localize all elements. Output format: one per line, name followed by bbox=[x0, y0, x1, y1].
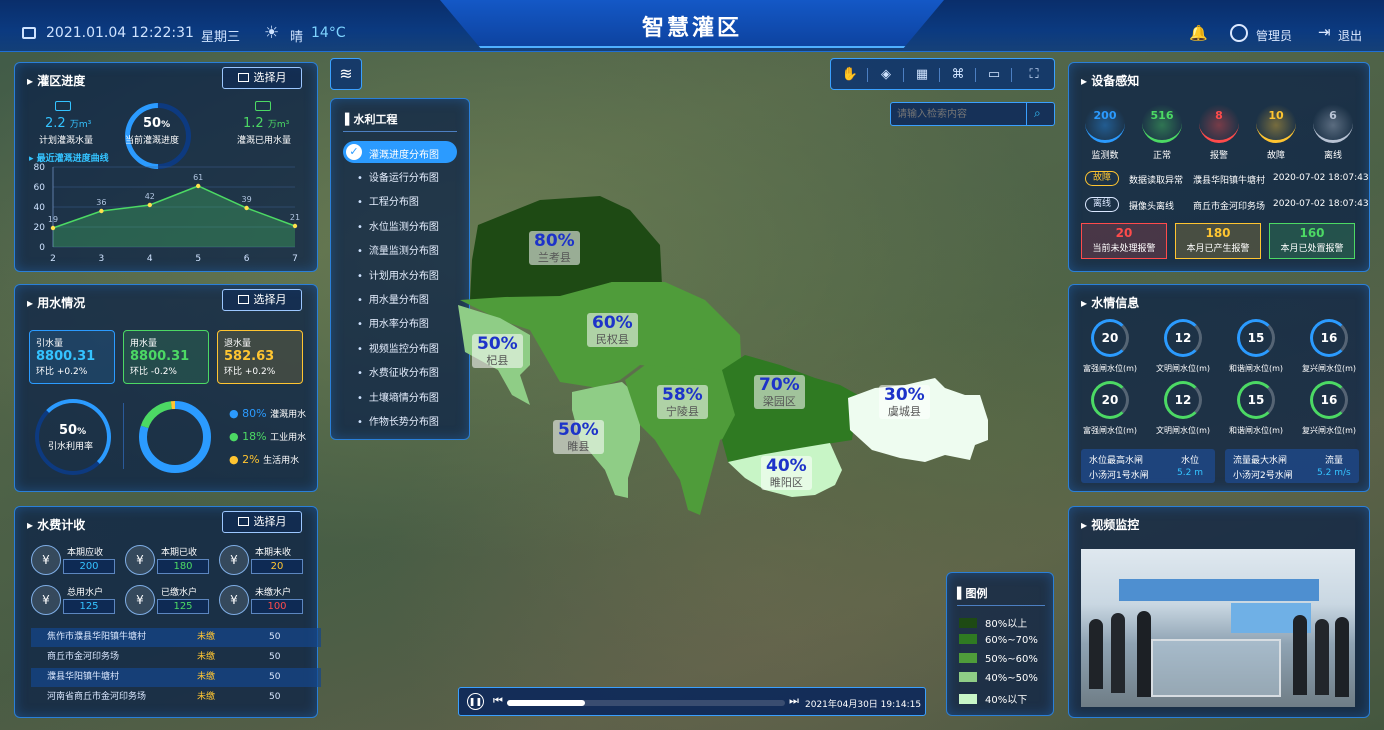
pause-button[interactable]: ❚❚ bbox=[467, 693, 484, 710]
event-desc: 数据读取异常 bbox=[1129, 176, 1184, 186]
gate-level-label: 和谐闸水位(m) bbox=[1228, 426, 1284, 435]
panel-title: 设备感知 bbox=[1081, 72, 1139, 89]
event-place: 濮县华阳镇牛塘村 bbox=[1193, 176, 1266, 186]
legend-swatch bbox=[959, 618, 977, 628]
gate-level-label: 富强闸水位(m) bbox=[1082, 426, 1138, 435]
alert-card[interactable]: 180 本月已产生报警 bbox=[1175, 223, 1261, 259]
region-label-lankao: 80% 兰考县 bbox=[529, 231, 580, 265]
network-icon[interactable]: ⌘ bbox=[945, 65, 971, 85]
region-label-ningling: 58% 宁陵县 bbox=[657, 385, 708, 419]
max-flow-card: 流量最大水闸 小汤河2号水闸 流量 5.2 m/s bbox=[1225, 449, 1359, 483]
gate-level-label: 文明闸水位(m) bbox=[1155, 426, 1211, 435]
legend-item: 40%以下 bbox=[959, 691, 1027, 706]
alert-label: 本月已处置报警 bbox=[1280, 244, 1344, 254]
playback-bar: ❚❚ ⏮ ⏭ 2021年04月30日 19:14:15 bbox=[458, 687, 926, 716]
device-stat-badge[interactable]: 8 bbox=[1199, 103, 1239, 143]
search-input[interactable] bbox=[897, 106, 1025, 122]
legend-item: 60%~70% bbox=[959, 634, 1038, 646]
video-feed[interactable] bbox=[1081, 549, 1355, 707]
legend-swatch bbox=[959, 672, 977, 682]
legend-label: 50%~60% bbox=[985, 654, 1038, 665]
water-info-panel: 水情信息 20 富强闸水位(m) 12 文明闸水位(m) 15 和谐闸水位(m) 16 复兴闸… bbox=[1068, 284, 1370, 492]
legend-swatch bbox=[959, 634, 977, 644]
event-tag: 离线 bbox=[1085, 197, 1119, 212]
device-stat-label: 监测数 bbox=[1091, 151, 1119, 161]
search-box: ⌕ bbox=[890, 102, 1055, 126]
device-stat-label: 正常 bbox=[1152, 151, 1171, 161]
alert-card[interactable]: 20 当前未处理报警 bbox=[1081, 223, 1167, 259]
gate-level-ring[interactable]: 15 bbox=[1237, 381, 1275, 419]
region-label-liangyuan: 70% 梁园区 bbox=[754, 375, 805, 409]
card-icon[interactable]: ▭ bbox=[981, 65, 1007, 85]
gate-level-ring[interactable]: 20 bbox=[1091, 319, 1129, 357]
device-stat-label: 离线 bbox=[1323, 151, 1342, 161]
device-stat-badge[interactable]: 6 bbox=[1313, 103, 1353, 143]
region-label-minquan: 60% 民权县 bbox=[587, 313, 638, 347]
video-panel: 视频监控 bbox=[1068, 506, 1370, 718]
panel-title: 视频监控 bbox=[1081, 516, 1139, 533]
gate-level-label: 复兴闸水位(m) bbox=[1301, 364, 1357, 373]
prev-button[interactable]: ⏮ bbox=[493, 694, 503, 708]
panel-title: 水情信息 bbox=[1081, 294, 1139, 311]
legend-title: ▌图例 bbox=[957, 587, 988, 600]
gate-level-ring[interactable]: 20 bbox=[1091, 381, 1129, 419]
legend-swatch bbox=[959, 694, 977, 704]
next-button[interactable]: ⏭ bbox=[789, 694, 799, 708]
alert-label: 本月已产生报警 bbox=[1186, 244, 1250, 254]
device-stat-label: 故障 bbox=[1266, 151, 1285, 161]
event-time: 2020-07-02 18:07:43 bbox=[1273, 199, 1369, 209]
gate-level-ring[interactable]: 16 bbox=[1310, 319, 1348, 357]
legend-label: 60%~70% bbox=[985, 635, 1038, 646]
event-place: 商丘市金河印务场 bbox=[1193, 202, 1266, 212]
playback-track[interactable] bbox=[507, 700, 785, 706]
region-label-yucheng: 30% 虞城县 bbox=[879, 385, 930, 419]
search-icon[interactable]: ⌕ bbox=[1034, 106, 1041, 121]
layers-icon[interactable]: ◈ bbox=[873, 65, 899, 85]
pan-icon[interactable]: ✋ bbox=[837, 65, 863, 85]
alert-card[interactable]: 160 本月已处置报警 bbox=[1269, 223, 1355, 259]
max-level-card: 水位最高水闸 小汤河1号水闸 水位 5.2 m bbox=[1081, 449, 1215, 483]
gate-level-ring[interactable]: 12 bbox=[1164, 381, 1202, 419]
legend-item: 50%~60% bbox=[959, 653, 1038, 665]
map-legend: ▌图例 80%以上 60%~70% 50%~60% 40%~50% 40%以下 bbox=[946, 572, 1054, 716]
alert-value: 20 bbox=[1115, 226, 1133, 240]
region-label-suixian: 50% 睢县 bbox=[553, 420, 604, 454]
device-stat-badge[interactable]: 200 bbox=[1085, 103, 1125, 143]
device-stat-badge[interactable]: 10 bbox=[1256, 103, 1296, 143]
alert-label: 当前未处理报警 bbox=[1092, 244, 1156, 254]
legend-swatch bbox=[959, 653, 977, 663]
playback-datetime: 2021年04月30日 19:14:15 bbox=[805, 700, 922, 710]
map-toolbar: ✋ ◈ ▦ ⌘ ▭ ⛶ bbox=[830, 58, 1055, 90]
legend-label: 80%以上 bbox=[985, 619, 1028, 630]
device-stat-badge[interactable]: 516 bbox=[1142, 103, 1182, 143]
alert-value: 180 bbox=[1205, 226, 1231, 240]
gate-level-ring[interactable]: 15 bbox=[1237, 319, 1275, 357]
gate-level-label: 富强闸水位(m) bbox=[1082, 364, 1138, 373]
alert-value: 160 bbox=[1299, 226, 1325, 240]
legend-item: 80%以上 bbox=[959, 615, 1027, 630]
gate-level-label: 文明闸水位(m) bbox=[1155, 364, 1211, 373]
event-time: 2020-07-02 18:07:43 bbox=[1273, 173, 1369, 183]
gate-level-ring[interactable]: 16 bbox=[1310, 381, 1348, 419]
gate-level-label: 和谐闸水位(m) bbox=[1228, 364, 1284, 373]
device-stat-label: 报警 bbox=[1209, 151, 1228, 161]
legend-label: 40%~50% bbox=[985, 673, 1038, 684]
event-desc: 摄像头离线 bbox=[1129, 202, 1175, 212]
gate-level-ring[interactable]: 12 bbox=[1164, 319, 1202, 357]
region-label-suiyang: 40% 睢阳区 bbox=[761, 456, 812, 490]
device-panel: 设备感知 200监测数516正常8报警10故障6离线 故障数据读取异常濮县华阳镇… bbox=[1068, 62, 1370, 272]
gate-level-label: 复兴闸水位(m) bbox=[1301, 426, 1357, 435]
legend-label: 40%以下 bbox=[985, 695, 1028, 706]
region-label-qixian: 50% 杞县 bbox=[472, 334, 523, 368]
fullscreen-icon[interactable]: ⛶ bbox=[1021, 65, 1047, 85]
legend-item: 40%~50% bbox=[959, 672, 1038, 684]
grid-icon[interactable]: ▦ bbox=[909, 65, 935, 85]
event-tag: 故障 bbox=[1085, 171, 1119, 186]
